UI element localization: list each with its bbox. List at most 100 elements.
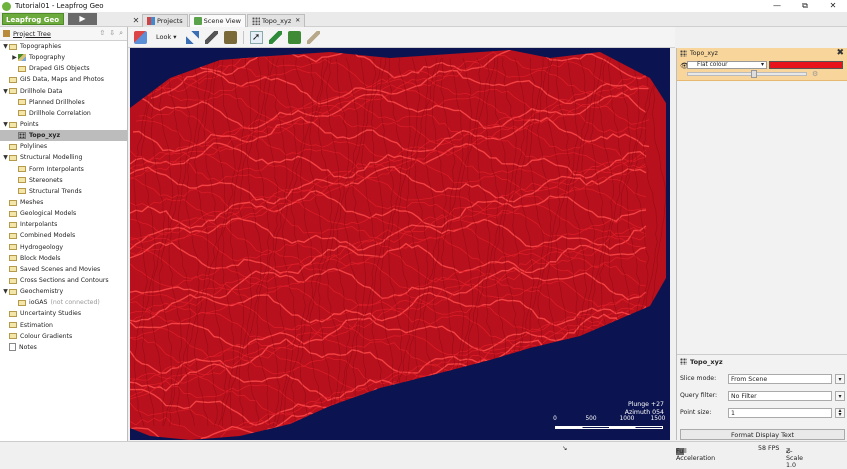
tree-item-label: Form Interpolants: [29, 165, 84, 173]
close-panel-icon[interactable]: ✕: [130, 16, 142, 25]
topography-icon: [18, 54, 26, 62]
scene-toolbar: Look ▾ ➚: [128, 27, 675, 48]
expand-toggle-icon[interactable]: ▼: [2, 288, 9, 295]
layer-header[interactable]: Topo_xyz ✖: [677, 48, 847, 59]
scale-label: 0: [553, 416, 557, 422]
query-filter-label: Query filter:: [680, 392, 718, 399]
tree-item[interactable]: Structural Trends: [0, 186, 127, 197]
chevron-down-icon[interactable]: ▾: [835, 374, 845, 384]
folder-icon: [18, 166, 26, 173]
tree-item[interactable]: Saved Scenes and Movies: [0, 264, 127, 275]
tree-item-label: Uncertainty Studies: [20, 310, 82, 318]
tree-item[interactable]: Cross Sections and Contours: [0, 275, 127, 286]
tree-item-label: Colour Gradients: [20, 332, 73, 340]
slice-mode-select[interactable]: From Scene: [728, 374, 832, 384]
expand-toggle-icon[interactable]: ▼: [2, 43, 9, 50]
expand-toggle-icon[interactable]: ▼: [2, 121, 9, 128]
tree-item[interactable]: Colour Gradients: [0, 331, 127, 342]
tab-label: Topo_xyz: [261, 16, 292, 25]
close-button[interactable]: ✕: [819, 0, 847, 12]
tree-item-label: Notes: [19, 343, 37, 351]
tree-item-label: Interpolants: [20, 221, 58, 229]
tree-item[interactable]: Geological Models: [0, 208, 127, 219]
format-display-text-button[interactable]: Format Display Text: [680, 429, 845, 440]
move-down-icon[interactable]: ⇩: [109, 29, 115, 38]
slice-icon[interactable]: [306, 30, 320, 44]
tree-item[interactable]: GIS Data, Maps and Photos: [0, 74, 127, 85]
cube-icon[interactable]: [223, 30, 237, 44]
leapfrog-geo-menu-button[interactable]: Leapfrog Geo ▾: [2, 13, 64, 36]
pencil-icon[interactable]: [268, 30, 282, 44]
properties-icon[interactable]: ⚙: [812, 70, 818, 78]
properties-panel: Topo_xyz Slice mode: From Scene ▾ Query …: [677, 354, 847, 440]
tree-item[interactable]: Planned Drillholes: [0, 97, 127, 108]
opacity-slider[interactable]: [687, 70, 807, 78]
tree-item[interactable]: Draped GIS Objects: [0, 63, 127, 74]
tree-item[interactable]: Uncertainty Studies: [0, 308, 127, 319]
scene-view[interactable]: Plunge +27 Azimuth 054 0 500 1000 1500: [130, 48, 670, 440]
toolbar-separator: [242, 30, 244, 44]
cube-icon: [193, 16, 202, 25]
folder-icon: [9, 210, 17, 217]
tree-item[interactable]: ▶ Topography: [0, 52, 127, 63]
project-tree-header: Project Tree ⇧ ⇩ ⌕: [0, 27, 127, 41]
tree-item[interactable]: Meshes: [0, 197, 127, 208]
tab-scene-view[interactable]: Scene View: [188, 13, 246, 27]
tab-projects[interactable]: Projects: [142, 13, 188, 27]
axis-icon[interactable]: [185, 30, 199, 44]
play-button[interactable]: ▶: [68, 13, 97, 25]
query-filter-select[interactable]: No Filter: [728, 391, 832, 401]
tree-item[interactable]: Polylines: [0, 141, 127, 152]
project-tree-panel: Project Tree ⇧ ⇩ ⌕ ▼ Topographies ▶ Topogra…: [0, 27, 128, 444]
spinner-icon[interactable]: ▴ ▾: [835, 408, 845, 418]
tree-item-label: Topography: [29, 54, 65, 62]
tab-topo-xyz[interactable]: Topo_xyz ✕: [246, 13, 306, 27]
search-icon[interactable]: ⌕: [119, 29, 123, 38]
tab-close-icon[interactable]: ✕: [295, 17, 300, 24]
tree-item[interactable]: Interpolants: [0, 219, 127, 230]
topography-points-render[interactable]: [130, 48, 670, 440]
properties-object-name: Topo_xyz: [690, 357, 723, 366]
look-menu-button[interactable]: Look ▾: [153, 32, 180, 42]
folder-icon: [9, 121, 17, 128]
restore-button[interactable]: ⧉: [791, 0, 819, 12]
tree-item[interactable]: ▼ Drillhole Data: [0, 86, 127, 97]
cursor-icon[interactable]: ➚: [249, 30, 263, 44]
remove-layer-icon[interactable]: ✖: [836, 48, 844, 59]
tree-item[interactable]: Estimation: [0, 320, 127, 331]
slice-mode-label: Slice mode:: [680, 375, 717, 382]
chevron-down-icon[interactable]: ▾: [835, 391, 845, 401]
tree-item[interactable]: Drillhole Correlation: [0, 108, 127, 119]
tree-item[interactable]: Topo_xyz: [0, 130, 127, 142]
eraser-icon[interactable]: [134, 30, 147, 44]
tree-item[interactable]: Notes: [0, 342, 127, 353]
tab-bar: ✕ Projects Scene View Topo_xyz ✕: [130, 13, 306, 27]
folder-icon: [18, 188, 26, 195]
colour-mode-dropdown[interactable]: Flat colour: [687, 61, 767, 69]
tree-item[interactable]: ▼ Geochemistry: [0, 286, 127, 297]
window-title: Tutorial01 - Leapfrog Geo: [15, 2, 104, 10]
box-icon[interactable]: [287, 30, 301, 44]
scale-bar-graphic: [555, 426, 663, 429]
tree-item[interactable]: Hydrogeology: [0, 242, 127, 253]
tree-item[interactable]: Stereonets: [0, 175, 127, 186]
tree-item[interactable]: ▼ Topographies: [0, 41, 127, 52]
expand-toggle-icon[interactable]: ▼: [2, 154, 9, 161]
expand-toggle-icon[interactable]: ▼: [2, 88, 9, 95]
minimize-button[interactable]: —: [763, 0, 791, 12]
point-size-input[interactable]: 1: [728, 408, 832, 418]
colour-swatch[interactable]: [769, 61, 843, 69]
tree-item-label: ioGAS: [29, 299, 48, 307]
opacity-slider-knob[interactable]: [750, 70, 757, 78]
tree-item[interactable]: Combined Models: [0, 230, 127, 241]
tree-item[interactable]: Form Interpolants: [0, 164, 127, 175]
collapse-toggle-icon[interactable]: ▶: [11, 54, 18, 61]
tree-item-label: Planned Drillholes: [29, 98, 85, 106]
tree-item[interactable]: ▼ Structural Modelling: [0, 152, 127, 163]
tree-item[interactable]: ioGAS (not connected): [0, 297, 127, 308]
tree-item[interactable]: ▼ Points: [0, 119, 127, 130]
move-up-icon[interactable]: ⇧: [99, 29, 105, 38]
tree-item[interactable]: Block Models: [0, 253, 127, 264]
query-filter-row: Query filter: No Filter ▾: [680, 391, 845, 401]
ruler-icon[interactable]: [204, 30, 218, 44]
